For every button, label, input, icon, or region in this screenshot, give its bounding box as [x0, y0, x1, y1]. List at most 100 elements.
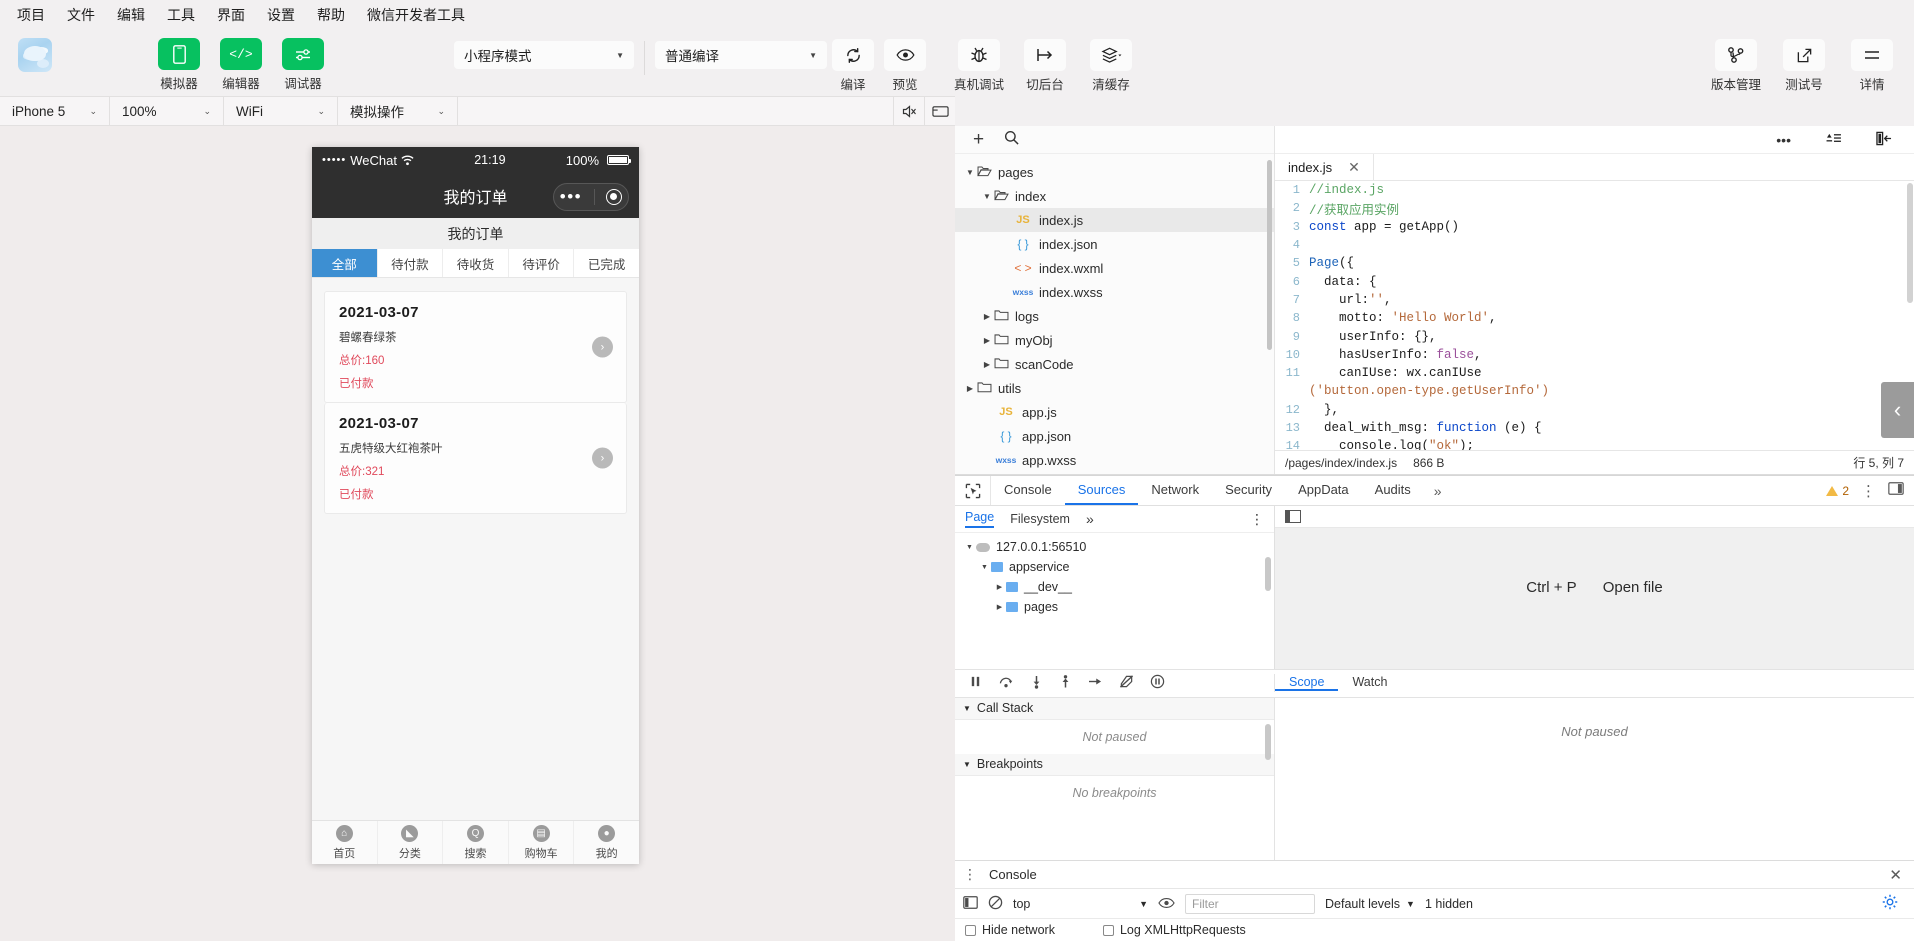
tab-review[interactable]: 待评价 [509, 249, 575, 277]
file-tree-row[interactable]: JS index.js [955, 208, 1274, 232]
file-tree-row[interactable]: wxss app.wxss [955, 448, 1274, 472]
collapse-panel-icon[interactable] [1876, 131, 1892, 149]
console-hidden-count[interactable]: 1 hidden [1425, 897, 1473, 911]
details-action[interactable]: 详情 [1846, 30, 1898, 93]
tab-all[interactable]: 全部 [312, 249, 378, 277]
devtools-tab-sources[interactable]: Sources [1064, 476, 1139, 505]
menu-item-edit[interactable]: 编辑 [106, 1, 156, 29]
twisty-collapsed-icon[interactable]: ▶ [993, 603, 1006, 611]
debugger-button[interactable]: 调试器 [279, 30, 327, 92]
twisty-expanded-icon[interactable]: ▼ [980, 192, 994, 201]
menu-item-file[interactable]: 文件 [56, 1, 106, 29]
sources-subtab-page[interactable]: Page [965, 510, 995, 528]
menu-item-project[interactable]: 项目 [6, 1, 56, 29]
file-tree-row[interactable]: JS app.js [955, 400, 1274, 424]
menu-item-tools[interactable]: 工具 [156, 1, 206, 29]
twisty-expanded-icon[interactable]: ▼ [963, 544, 976, 551]
version-control-action[interactable]: 版本管理 [1710, 30, 1762, 93]
file-tree-row[interactable]: ▶ utils [955, 376, 1274, 400]
target-icon[interactable] [606, 189, 623, 205]
hide-network-option[interactable]: Hide network [965, 923, 1055, 937]
mode-select[interactable]: 小程序模式 ▼ [454, 41, 634, 69]
file-tree-row[interactable]: { } index.json [955, 232, 1274, 256]
device-select[interactable]: iPhone 5 ⌄ [0, 97, 110, 125]
search-icon[interactable] [1004, 130, 1019, 150]
editor-tab-index-js[interactable]: index.js ✕ [1275, 154, 1374, 180]
tabbar-item-home[interactable]: ⌂ 首页 [312, 821, 378, 864]
console-context-select[interactable]: top ▼ [1013, 897, 1148, 911]
test-account-action[interactable]: 测试号 [1778, 30, 1830, 93]
switch-background-action[interactable]: 切后台 [1019, 30, 1071, 93]
network-select[interactable]: WiFi ⌄ [224, 97, 338, 125]
live-expression-icon[interactable] [1158, 896, 1175, 912]
tabbar-item-cart[interactable]: ▤ 购物车 [509, 821, 575, 864]
console-levels-select[interactable]: Default levels ▼ [1325, 897, 1415, 911]
preview-action[interactable]: 预览 [879, 30, 931, 93]
chevron-right-icon[interactable]: › [592, 336, 613, 358]
file-tree-row[interactable]: < > index.wxml [955, 256, 1274, 280]
inspect-element-icon[interactable] [955, 476, 991, 505]
twisty-collapsed-icon[interactable]: ▶ [980, 312, 994, 321]
more-icon[interactable]: ••• [1776, 132, 1791, 148]
file-tree-row[interactable]: wxss index.wxss [955, 280, 1274, 304]
tab-shipping[interactable]: 待收货 [443, 249, 509, 277]
tabbar-item-search[interactable]: Q 搜索 [443, 821, 509, 864]
sources-tree-scrollbar[interactable] [1265, 557, 1271, 591]
more-icon[interactable]: ••• [560, 188, 582, 205]
deactivate-breakpoints-icon[interactable] [1119, 674, 1134, 692]
compile-select[interactable]: 普通编译 ▼ [655, 41, 827, 69]
devtools-more-tabs-icon[interactable]: » [1424, 476, 1452, 505]
devtools-tab-security[interactable]: Security [1212, 476, 1285, 505]
order-card[interactable]: 2021-03-07 碧螺春绿茶 总价:160 已付款 › [324, 291, 627, 403]
simulator-button[interactable]: 模拟器 [155, 30, 203, 92]
gear-icon[interactable] [1882, 894, 1906, 914]
twisty-expanded-icon[interactable]: ▼ [963, 168, 977, 177]
console-sidebar-icon[interactable] [963, 895, 978, 912]
add-file-icon[interactable]: + [973, 129, 984, 151]
tab-unpaid[interactable]: 待付款 [378, 249, 444, 277]
menu-item-devtools[interactable]: 微信开发者工具 [356, 1, 476, 29]
simulate-action-select[interactable]: 模拟操作 ⌄ [338, 97, 458, 125]
code-scrollbar[interactable] [1907, 183, 1913, 303]
clear-cache-action[interactable]: 清缓存 [1085, 30, 1137, 93]
file-tree-row[interactable]: ▶ myObj [955, 328, 1274, 352]
kebab-menu-icon[interactable]: ⋮ [1250, 511, 1264, 528]
clear-console-icon[interactable] [988, 895, 1003, 913]
log-xhr-option[interactable]: Log XMLHttpRequests [1102, 923, 1246, 937]
sources-tree-row[interactable]: ▶ __dev__ [955, 577, 1274, 597]
twisty-collapsed-icon[interactable]: ▶ [963, 384, 977, 393]
debugger-tab-scope[interactable]: Scope [1275, 675, 1339, 691]
menu-item-settings[interactable]: 设置 [256, 1, 306, 29]
dock-side-icon[interactable] [1888, 481, 1904, 500]
code-content[interactable]: 1 //index.js 2 //获取应用实例 3 const app = getApp(… [1275, 181, 1914, 450]
checkbox-icon[interactable] [965, 924, 976, 936]
mute-icon[interactable] [893, 97, 924, 125]
collapse-editor-handle[interactable]: ‹ [1881, 382, 1914, 438]
sources-tree-row[interactable]: ▼ appservice [955, 557, 1274, 577]
zoom-select[interactable]: 100% ⌄ [110, 97, 224, 125]
kebab-menu-icon[interactable]: ⋮ [963, 866, 977, 883]
file-tree-row[interactable]: ▶ logs [955, 304, 1274, 328]
devtools-tab-appdata[interactable]: AppData [1285, 476, 1362, 505]
pause-exceptions-icon[interactable] [1150, 674, 1165, 692]
breakpoints-header[interactable]: ▼ Breakpoints [955, 753, 1274, 776]
callstack-scrollbar[interactable] [1265, 723, 1271, 760]
file-tree-row[interactable]: ▼ pages [955, 160, 1274, 184]
callstack-header[interactable]: ▼ Call Stack [955, 697, 1274, 720]
screen-icon[interactable] [924, 97, 955, 125]
twisty-expanded-icon[interactable]: ▼ [978, 564, 991, 571]
tab-completed[interactable]: 已完成 [574, 249, 639, 277]
chevron-right-icon[interactable]: › [592, 447, 613, 469]
file-tree-row[interactable]: ▼ index [955, 184, 1274, 208]
pause-icon[interactable] [969, 675, 982, 691]
real-device-debug-action[interactable]: 真机调试 [953, 30, 1005, 93]
collapse-sidebar-icon[interactable] [1285, 510, 1301, 523]
step-out-icon[interactable] [1059, 674, 1072, 692]
warning-badge[interactable]: 2 [1826, 484, 1849, 498]
step-icon[interactable] [1088, 675, 1103, 691]
format-icon[interactable] [1825, 132, 1842, 148]
tabbar-item-category[interactable]: ◣ 分类 [378, 821, 444, 864]
sources-tree-row[interactable]: ▶ pages [955, 597, 1274, 617]
kebab-menu-icon[interactable]: ⋮ [1861, 482, 1876, 500]
checkbox-icon[interactable] [1102, 924, 1114, 936]
